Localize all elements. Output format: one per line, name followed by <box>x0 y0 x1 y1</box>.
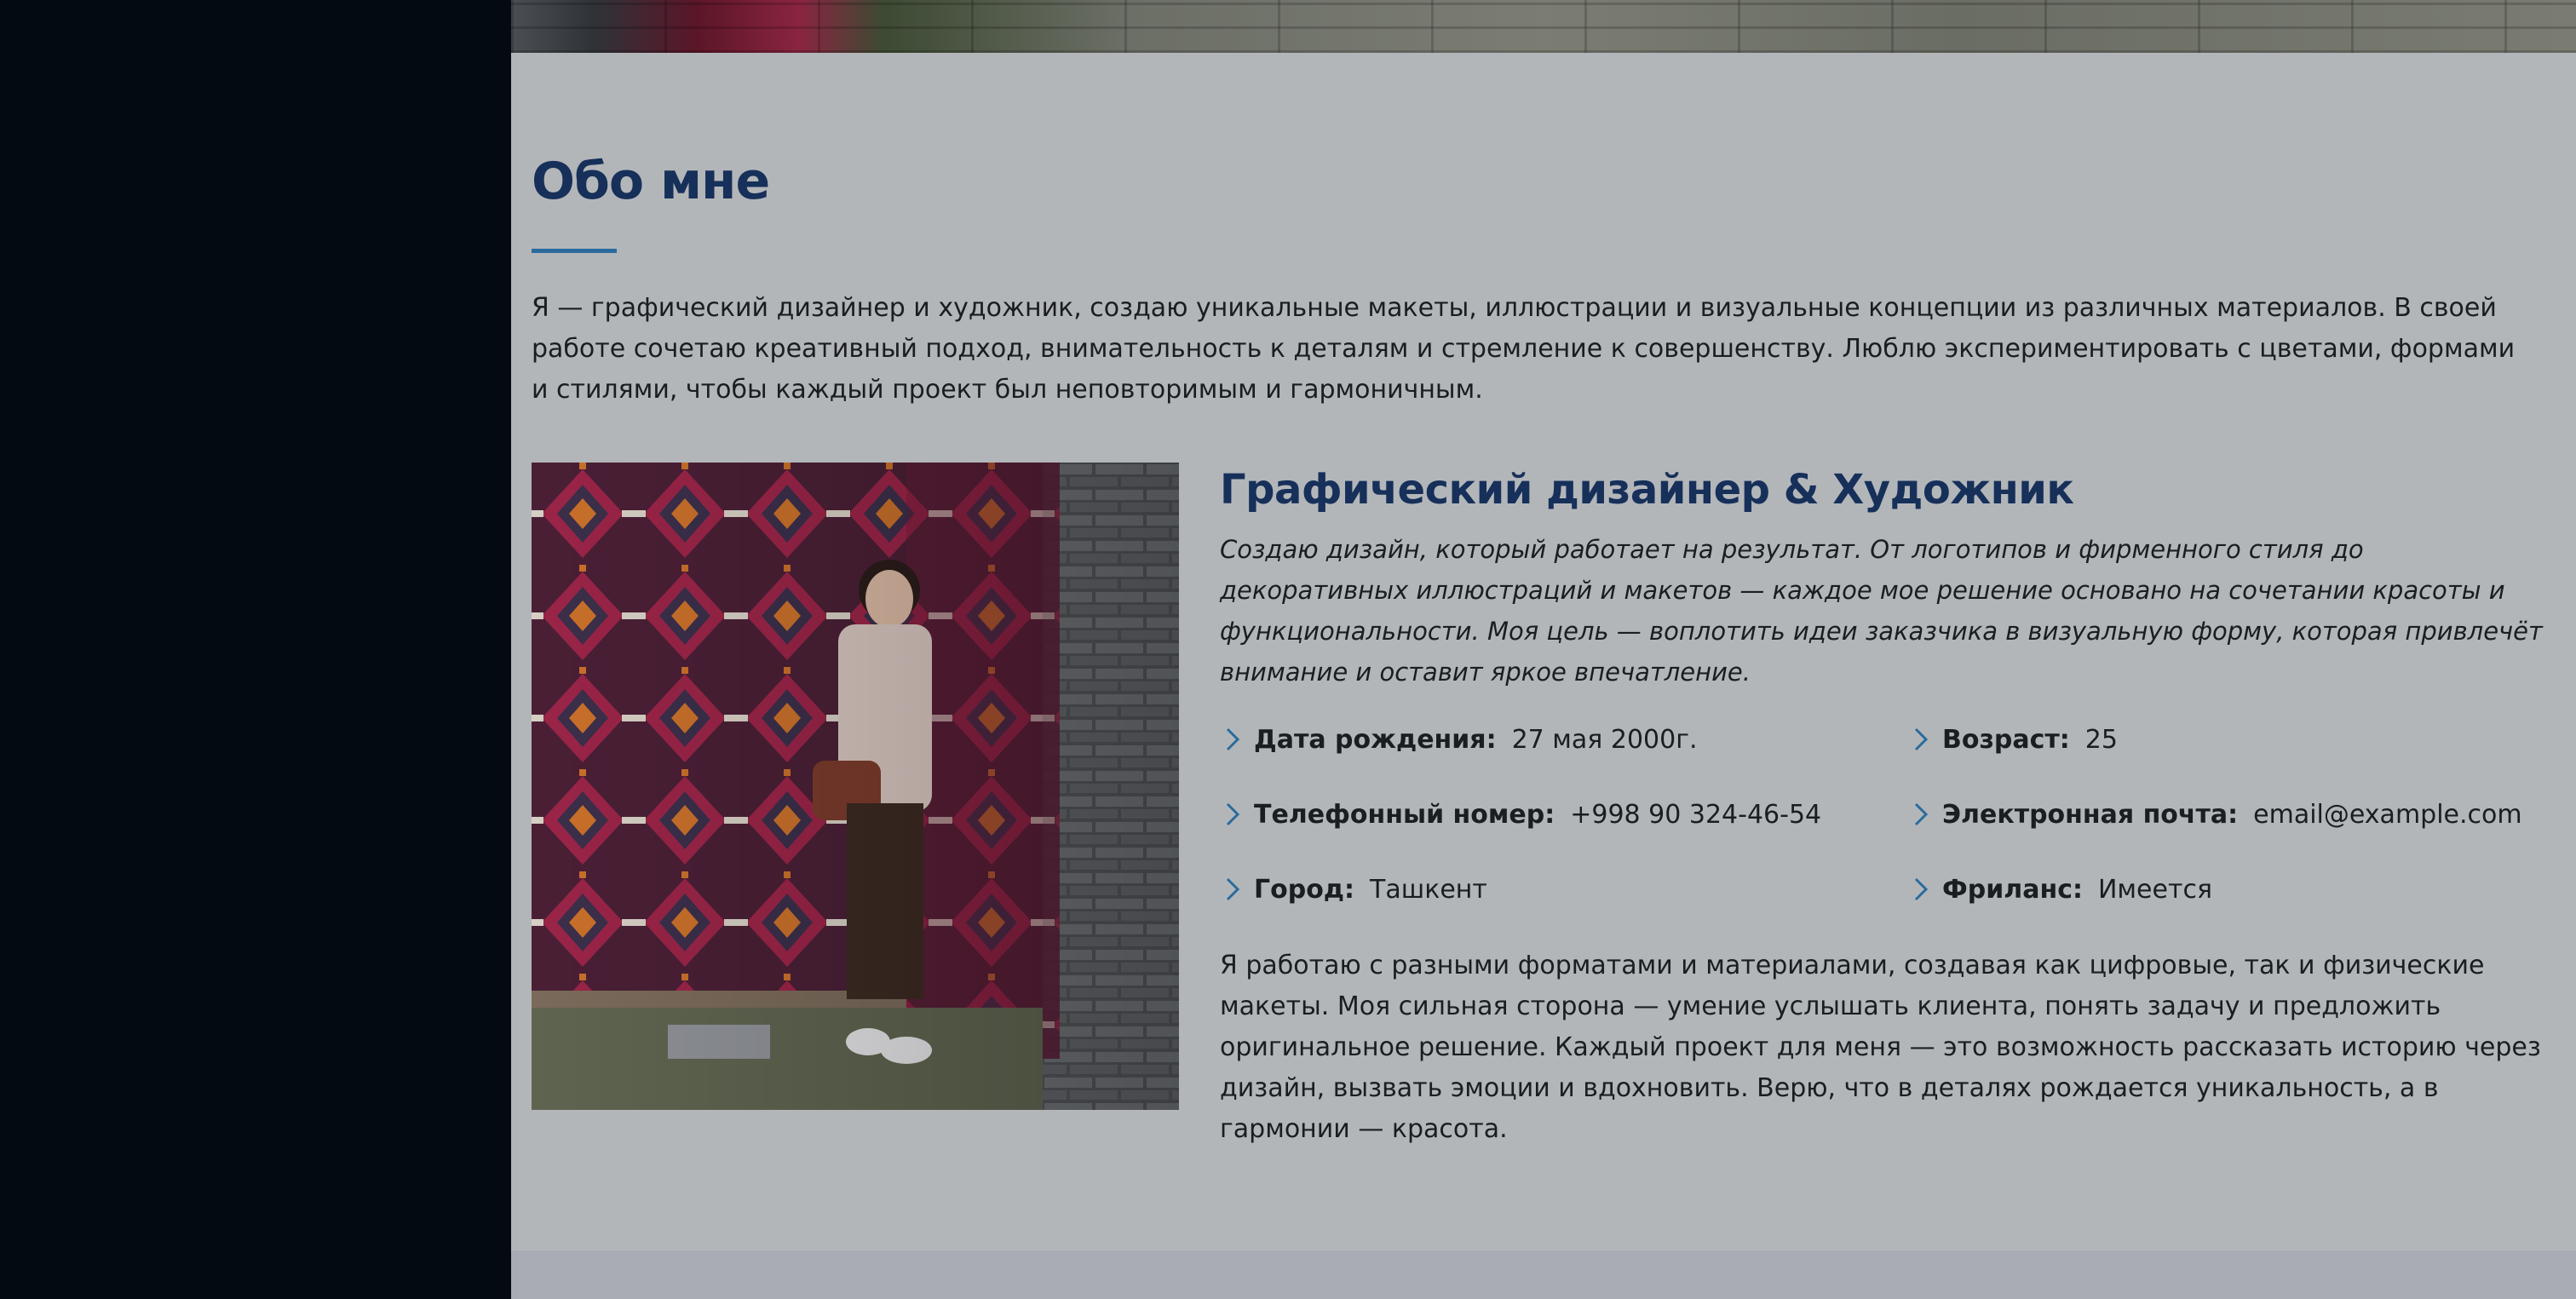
fact-city: Город: Ташкент <box>1220 867 1487 911</box>
fact-value: 27 мая 2000г. <box>1511 724 1698 755</box>
fact-birthdate: Дата рождения: 27 мая 2000г. <box>1220 717 1698 762</box>
fact-value: +998 90 324-46-54 <box>1570 799 1822 830</box>
fact-email: Электронная почта: email@example.com <box>1908 792 2522 836</box>
next-section-edge <box>511 1250 2576 1299</box>
intro-text: Я — графический дизайнер и художник, соз… <box>532 293 2516 405</box>
fact-label: Дата рождения: <box>1254 724 1497 755</box>
bio-text: Я работаю с разными форматами и материал… <box>1220 951 2541 1144</box>
role-title: Графический дизайнер & Художник <box>1220 466 2074 514</box>
portrait-photo <box>532 463 1179 1110</box>
chevron-right-icon <box>1226 877 1240 901</box>
role-description: Создаю дизайн, который работает на резул… <box>1220 535 2543 687</box>
fact-phone: Телефонный номер: +998 90 324-46-54 <box>1220 792 1821 836</box>
fact-label: Телефонный номер: <box>1254 799 1555 830</box>
chevron-right-icon <box>1914 877 1929 901</box>
fact-value: email@example.com <box>2253 799 2522 830</box>
portrait-photo-illustration <box>532 463 1179 1110</box>
sidebar <box>0 0 511 1299</box>
fact-age: Возраст: 25 <box>1908 717 2118 762</box>
chevron-right-icon <box>1914 802 1929 826</box>
chevron-right-icon <box>1226 802 1240 826</box>
hero-image-texture <box>511 0 2576 53</box>
fact-value: Ташкент <box>1370 874 1487 905</box>
hero-image <box>511 0 2576 53</box>
fact-label: Город: <box>1254 874 1355 905</box>
fact-label: Возраст: <box>1942 724 2070 755</box>
chevron-right-icon <box>1914 727 1929 751</box>
fact-value: Имеется <box>2097 874 2212 905</box>
section-title: Обо мне <box>532 152 770 211</box>
fact-label: Электронная почта: <box>1942 799 2239 830</box>
fact-freelance: Фриланс: Имеется <box>1908 867 2212 911</box>
title-underline <box>532 249 617 253</box>
fact-label: Фриланс: <box>1942 874 2083 905</box>
chevron-right-icon <box>1226 727 1240 751</box>
fact-value: 25 <box>2084 724 2118 755</box>
